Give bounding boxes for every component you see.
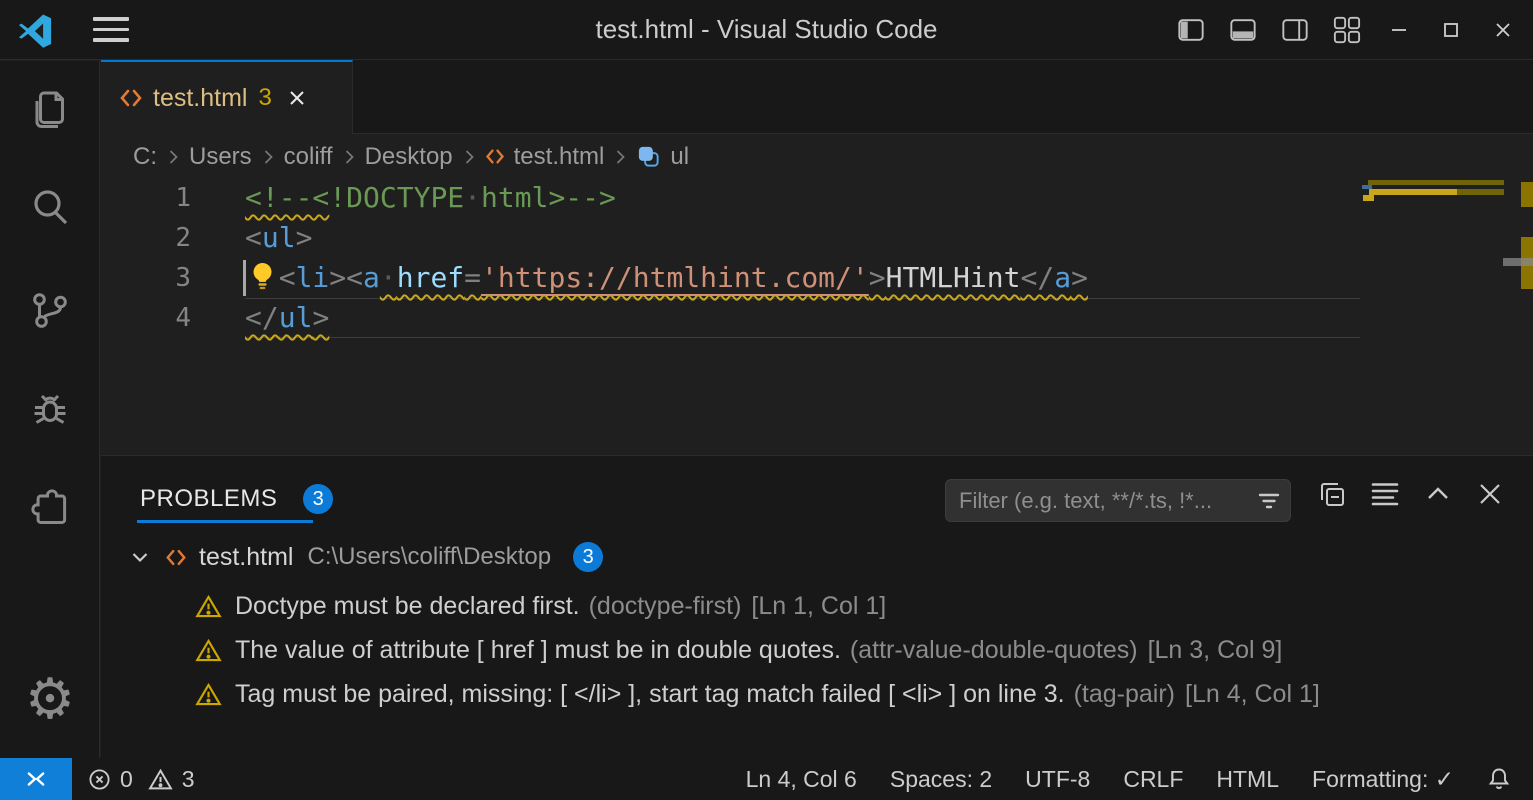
tab-label: test.html [153, 84, 247, 113]
line-number: 1 [101, 178, 245, 218]
window-maximize-icon[interactable] [1437, 16, 1465, 44]
active-tab-underline [137, 520, 313, 523]
cursor-position[interactable]: Ln 4, Col 6 [746, 766, 857, 793]
status-bar: 0 3 Ln 4, Col 6 Spaces: 2 UTF-8 CRLF HTM… [0, 758, 1533, 800]
code-line-1: 1 <!--<!DOCTYPE·html>--> [101, 178, 1533, 218]
chevron-right-icon [462, 148, 476, 166]
chevron-right-icon [342, 148, 356, 166]
maximize-panel-icon[interactable] [1424, 481, 1452, 507]
breadcrumb-coliff[interactable]: coliff [284, 143, 333, 171]
html-file-icon [485, 148, 505, 165]
problems-file-group[interactable]: test.html C:\Users\coliff\Desktop 3 [101, 534, 1533, 580]
activity-bar: ⚙ [0, 61, 100, 758]
toggle-panel-icon[interactable] [1229, 16, 1257, 44]
source-control-icon[interactable] [25, 285, 75, 335]
error-icon [88, 768, 111, 791]
problem-location: [Ln 4, Col 1] [1185, 680, 1320, 709]
extensions-icon[interactable] [25, 483, 75, 533]
filter-input[interactable] [959, 488, 1258, 514]
tab-problems[interactable]: PROBLEMS 3 [140, 484, 333, 514]
editor-content[interactable]: 1 <!--<!DOCTYPE·html>--> 2 <ul> 3 <li><a… [101, 178, 1533, 455]
breadcrumb-file[interactable]: test.html [514, 143, 605, 171]
problem-row-3[interactable]: Tag must be paired, missing: [ </li> ], … [101, 672, 1533, 716]
remote-indicator[interactable] [0, 758, 72, 800]
chevron-right-icon [613, 148, 627, 166]
notifications-bell-icon[interactable] [1487, 767, 1511, 791]
toggle-secondary-sidebar-icon[interactable] [1281, 16, 1309, 44]
lightbulb-icon[interactable] [250, 262, 275, 290]
chevron-right-icon [166, 148, 180, 166]
warning-icon [195, 682, 222, 707]
warning-count: 3 [182, 766, 195, 793]
toggle-primary-sidebar-icon[interactable] [1177, 16, 1205, 44]
tab-close-icon[interactable] [288, 89, 306, 107]
collapse-all-icon[interactable] [1318, 480, 1346, 508]
editor-tab-bar: test.html 3 [101, 60, 1533, 134]
breadcrumb-desktop[interactable]: Desktop [365, 143, 453, 171]
problems-filter [945, 479, 1291, 522]
problems-summary[interactable]: 0 3 [88, 766, 195, 793]
file-problems-badge: 3 [573, 542, 603, 572]
error-count: 0 [120, 766, 133, 793]
search-icon[interactable] [25, 183, 75, 233]
url-link[interactable]: 'https://htmlhint.com/' [481, 261, 869, 294]
warning-icon [148, 768, 173, 791]
view-as-table-icon[interactable] [1371, 481, 1399, 507]
breadcrumb-drive[interactable]: C: [133, 143, 157, 171]
tab-test-html[interactable]: test.html 3 [101, 60, 353, 134]
warning-icon [195, 638, 222, 663]
warning-icon [195, 594, 222, 619]
breadcrumb-symbol[interactable]: ul [670, 143, 689, 171]
indentation[interactable]: Spaces: 2 [890, 766, 992, 793]
eol-sequence[interactable]: CRLF [1123, 766, 1183, 793]
vscode-window: test.html - Visual Studio Code [0, 0, 1533, 800]
problem-location: [Ln 3, Col 9] [1148, 636, 1283, 665]
chevron-down-icon[interactable] [129, 547, 151, 567]
code-line-3: 3 <li><a·href='https://htmlhint.com/'>HT… [101, 258, 1533, 298]
run-debug-icon[interactable] [25, 385, 75, 435]
problem-location: [Ln 1, Col 1] [751, 592, 886, 621]
problems-panel: PROBLEMS 3 [101, 455, 1533, 758]
file-path: C:\Users\coliff\Desktop [307, 543, 551, 571]
problem-message: Tag must be paired, missing: [ </li> ], … [235, 680, 1065, 709]
problems-count-badge: 3 [303, 484, 333, 514]
problem-message: Doctype must be declared first. [235, 592, 580, 621]
problem-message: The value of attribute [ href ] must be … [235, 636, 841, 665]
problems-tab-label: PROBLEMS [140, 485, 277, 513]
breadcrumb-users[interactable]: Users [189, 143, 252, 171]
vscode-logo-icon [17, 12, 53, 48]
html-file-icon [165, 548, 187, 567]
html-file-icon [119, 88, 143, 108]
language-mode[interactable]: HTML [1216, 766, 1279, 793]
breadcrumb: C: Users coliff Desktop test.html ul [101, 135, 1533, 178]
window-close-icon[interactable] [1489, 16, 1517, 44]
settings-gear-icon[interactable]: ⚙ [25, 675, 75, 725]
customize-layout-icon[interactable] [1333, 16, 1361, 44]
chevron-right-icon [261, 148, 275, 166]
formatting-status[interactable]: Formatting: ✓ [1312, 766, 1454, 793]
problem-rule: (attr-value-double-quotes) [850, 636, 1138, 665]
line-number: 2 [101, 218, 245, 258]
file-name: test.html [199, 543, 293, 572]
line-number: 4 [101, 298, 245, 338]
remote-icon [25, 768, 47, 790]
problem-row-2[interactable]: The value of attribute [ href ] must be … [101, 628, 1533, 672]
explorer-icon[interactable] [25, 85, 75, 135]
line-number: 3 [101, 258, 245, 298]
encoding[interactable]: UTF-8 [1025, 766, 1090, 793]
filter-icon[interactable] [1258, 490, 1280, 512]
code-line-4: 4 </ul> [101, 298, 1533, 338]
problem-rule: (doctype-first) [589, 592, 742, 621]
problem-row-1[interactable]: Doctype must be declared first. (doctype… [101, 584, 1533, 628]
window-minimize-icon[interactable] [1385, 16, 1413, 44]
text-cursor [243, 260, 246, 296]
title-bar: test.html - Visual Studio Code [0, 0, 1533, 60]
menu-hamburger-icon[interactable] [93, 17, 129, 42]
code-line-2: 2 <ul> [101, 218, 1533, 258]
close-panel-icon[interactable] [1477, 481, 1503, 507]
tab-problems-count: 3 [258, 84, 271, 112]
symbol-element-icon [636, 144, 661, 169]
problem-rule: (tag-pair) [1074, 680, 1175, 709]
